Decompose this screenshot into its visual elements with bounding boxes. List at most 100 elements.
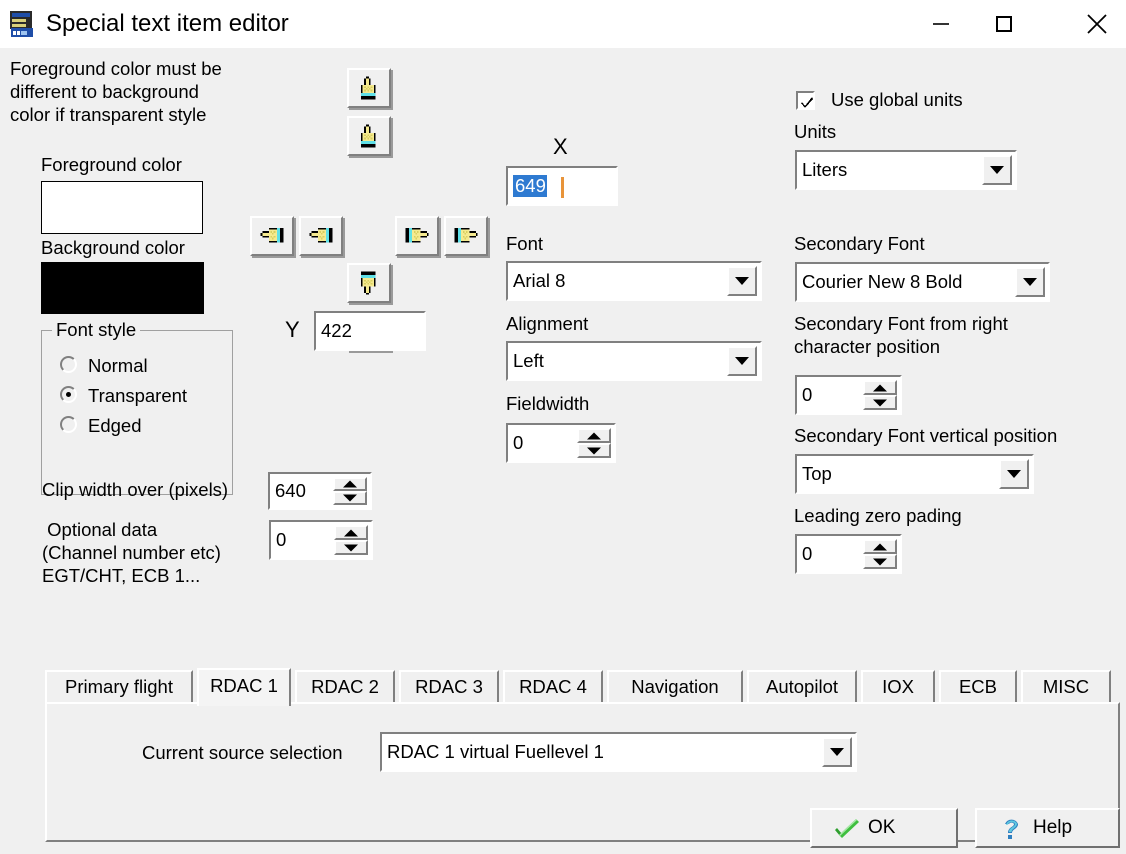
secondary-from-right-spin-up[interactable]: [863, 380, 897, 395]
secondary-vertical-combobox[interactable]: Top: [795, 454, 1034, 494]
leading-zero-label: Leading zero pading: [794, 505, 962, 526]
tab-primary-flight[interactable]: Primary flight: [45, 670, 193, 704]
x-coordinate-input[interactable]: 649: [506, 166, 618, 206]
tab-label: ECB: [958, 676, 998, 697]
tab-label: Autopilot: [766, 676, 838, 697]
fieldwidth-label: Fieldwidth: [506, 393, 590, 414]
tab-label: RDAC 1: [210, 675, 278, 696]
units-dropdown-arrow-icon[interactable]: [982, 155, 1012, 185]
move-left-fast-button[interactable]: [250, 216, 294, 256]
question-mark-icon: [999, 817, 1025, 854]
minimize-button[interactable]: [912, 0, 970, 48]
help-button[interactable]: Help: [975, 808, 1120, 848]
secondary-font-label: Secondary Font: [794, 233, 925, 254]
secondary-from-right-input[interactable]: 0: [795, 375, 902, 415]
current-source-dropdown-arrow-icon[interactable]: [822, 737, 852, 767]
move-up-button[interactable]: [347, 116, 391, 156]
alignment-combobox[interactable]: Left: [506, 341, 762, 381]
window-title: Special text item editor: [46, 10, 289, 37]
radio-normal-label: Normal: [88, 355, 148, 376]
font-combobox[interactable]: Arial 8: [506, 261, 762, 301]
check-mark-icon: [801, 97, 813, 108]
tab-panel-rdac-1: Current source selection RDAC 1 virtual …: [45, 702, 1120, 842]
leading-zero-spin-down[interactable]: [863, 554, 897, 569]
leading-zero-spinner[interactable]: [863, 539, 897, 569]
y-coordinate-label: Y: [285, 317, 300, 342]
help-button-label: Help: [1033, 817, 1073, 838]
optional-data-input[interactable]: 0: [269, 520, 373, 560]
ok-button[interactable]: OK: [810, 808, 958, 848]
leading-zero-input[interactable]: 0: [795, 534, 902, 574]
secondary-from-right-value: 0: [802, 384, 813, 405]
secondary-from-right-spinner[interactable]: [863, 380, 897, 410]
clip-width-spinner[interactable]: [333, 477, 367, 505]
radio-transparent-label: Transparent: [88, 385, 188, 406]
secondary-vertical-value: Top: [802, 463, 832, 484]
check-mark-green-icon: [834, 817, 860, 854]
secondary-from-right-label-2: character position: [794, 336, 941, 357]
tab-rdac-4[interactable]: RDAC 4: [503, 670, 603, 704]
tab-ecb[interactable]: ECB: [939, 670, 1017, 704]
current-source-selection-value: RDAC 1 virtual Fuellevel 1: [387, 741, 604, 762]
leading-zero-spin-up[interactable]: [863, 539, 897, 554]
units-combobox[interactable]: Liters: [795, 150, 1017, 190]
alignment-dropdown-arrow-icon[interactable]: [727, 346, 757, 376]
tab-label: Primary flight: [65, 676, 173, 697]
move-left-button[interactable]: [299, 216, 343, 256]
secondary-vertical-label: Secondary Font vertical position: [794, 425, 1058, 446]
radio-edged-label: Edged: [88, 415, 142, 436]
tab-misc[interactable]: MISC: [1021, 670, 1111, 704]
secondary-font-dropdown-arrow-icon[interactable]: [1015, 267, 1045, 297]
x-coordinate-label: X: [553, 134, 568, 159]
tab-autopilot[interactable]: Autopilot: [747, 670, 857, 704]
font-dropdown-arrow-icon[interactable]: [727, 266, 757, 296]
background-color-swatch[interactable]: [41, 262, 204, 314]
radio-transparent-indicator: [60, 386, 77, 403]
move-right-button[interactable]: [395, 216, 439, 256]
fieldwidth-spin-down[interactable]: [577, 443, 611, 458]
y-coordinate-input[interactable]: 422: [314, 311, 426, 351]
secondary-vertical-dropdown-arrow-icon[interactable]: [999, 459, 1029, 489]
alignment-value: Left: [513, 350, 544, 371]
notice-line-1: Foreground color must be: [10, 58, 222, 79]
tab-iox[interactable]: IOX: [861, 670, 935, 704]
optional-data-spin-down[interactable]: [334, 540, 368, 555]
move-down-button[interactable]: [347, 263, 391, 303]
tab-rdac-1[interactable]: RDAC 1: [197, 668, 291, 706]
clip-width-spin-down[interactable]: [333, 491, 367, 505]
x-coordinate-value: 649: [513, 175, 547, 197]
font-label: Font: [506, 233, 544, 254]
clip-width-input[interactable]: 640: [268, 472, 372, 510]
clip-width-label: Clip width over (pixels): [42, 479, 229, 500]
secondary-font-combobox[interactable]: Courier New 8 Bold: [795, 262, 1050, 302]
text-caret: [561, 177, 564, 198]
fieldwidth-value: 0: [513, 432, 524, 453]
optional-data-spinner[interactable]: [334, 525, 368, 555]
font-style-group-title: Font style: [52, 319, 141, 341]
optional-data-label-1: Optional data: [42, 519, 158, 540]
foreground-color-swatch[interactable]: [41, 181, 203, 234]
fieldwidth-spinner[interactable]: [577, 428, 611, 458]
current-source-selection-label: Current source selection: [142, 742, 343, 763]
move-up-fast-button[interactable]: [347, 68, 391, 108]
tab-navigation[interactable]: Navigation: [607, 670, 743, 704]
use-global-units-label: Use global units: [831, 89, 963, 110]
special-text-item-editor-window: Special text item editor Foreground colo…: [0, 0, 1126, 848]
tab-rdac-3[interactable]: RDAC 3: [399, 670, 499, 704]
title-bar: Special text item editor: [0, 0, 1126, 48]
dialog-client-area: Foreground color must be different to ba…: [0, 48, 1126, 848]
tab-rdac-2[interactable]: RDAC 2: [295, 670, 395, 704]
close-button[interactable]: [1068, 0, 1126, 48]
current-source-selection-combobox[interactable]: RDAC 1 virtual Fuellevel 1: [380, 732, 857, 772]
optional-data-spin-up[interactable]: [334, 525, 368, 540]
leading-zero-value: 0: [802, 543, 813, 564]
clip-width-spin-up[interactable]: [333, 477, 367, 491]
move-right-fast-button[interactable]: [444, 216, 488, 256]
tab-label: Navigation: [631, 676, 719, 697]
maximize-button[interactable]: [975, 0, 1033, 48]
fieldwidth-spin-up[interactable]: [577, 428, 611, 443]
secondary-from-right-spin-down[interactable]: [863, 395, 897, 410]
app-editor-icon: [8, 9, 38, 39]
alignment-label: Alignment: [506, 313, 589, 334]
fieldwidth-input[interactable]: 0: [506, 423, 616, 463]
